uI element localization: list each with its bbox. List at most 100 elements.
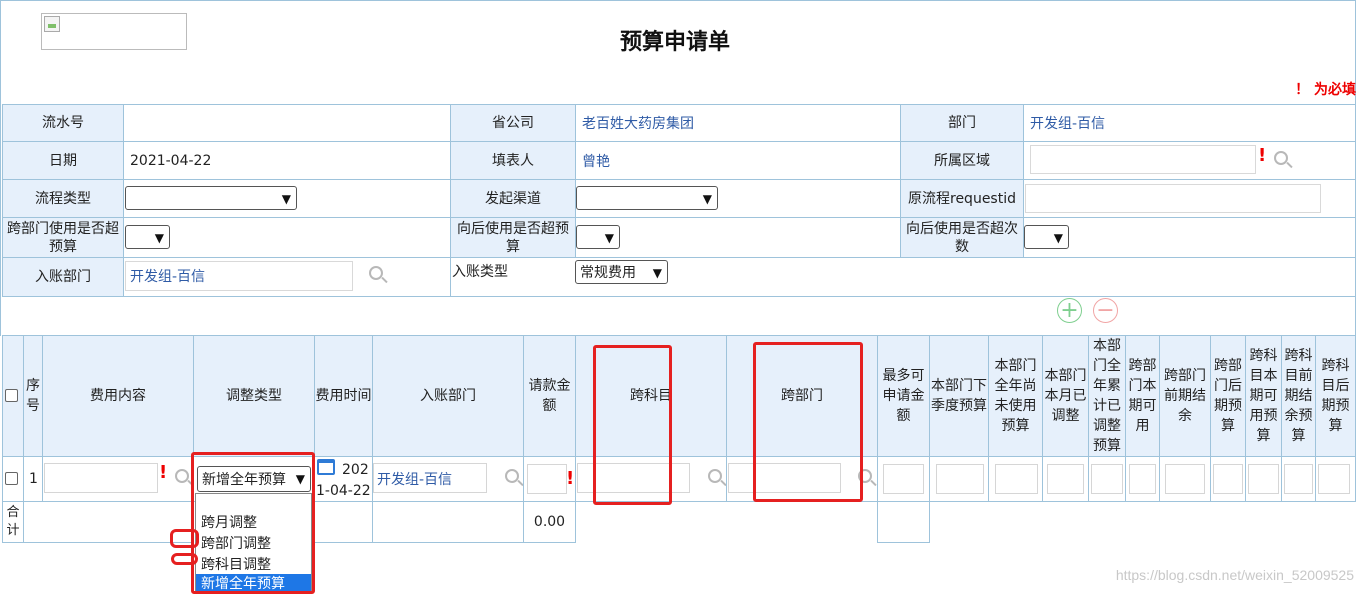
col-expense-time: 费用时间	[314, 335, 373, 457]
max-amount-field	[883, 464, 924, 494]
chevron-down-icon: ▼	[604, 231, 614, 245]
cross-dept-available-field	[1129, 464, 1156, 494]
add-row-button[interactable]: +	[1057, 298, 1082, 323]
chevron-down-icon: ▼	[652, 266, 662, 280]
col-cross-subject-available: 跨科目本期可用预算	[1245, 335, 1282, 457]
remove-row-button[interactable]: −	[1093, 298, 1118, 323]
chevron-down-icon: ▼	[1053, 231, 1063, 245]
province-label: 省公司	[450, 104, 576, 142]
broken-image-icon	[44, 16, 60, 32]
cross-dept-over-label: 跨部门使用是否超预算	[2, 217, 124, 258]
col-next-quarter-budget: 本部门下季度预算	[929, 335, 989, 457]
col-cross-subject-later-budget: 跨科目后期预算	[1315, 335, 1356, 457]
region-input[interactable]	[1030, 145, 1256, 174]
channel-select[interactable]: ▼	[576, 186, 718, 210]
form-title: 预算申请单	[619, 30, 730, 55]
channel-label: 发起渠道	[450, 179, 576, 218]
orig-request-label: 原流程requestid	[900, 179, 1024, 218]
content-required-icon: !	[159, 462, 168, 483]
next-quarter-field	[936, 464, 984, 494]
total-empty-2	[372, 501, 524, 543]
unused-budget-field	[995, 464, 1038, 494]
flow-type-label: 流程类型	[2, 179, 124, 218]
cross-dept-later-field	[1213, 464, 1243, 494]
flow-type-select[interactable]: ▼	[125, 186, 297, 210]
col-cross-dept-available: 跨部门本期可用	[1125, 335, 1160, 457]
expense-time-part1: 202	[342, 462, 369, 478]
backward-over-label: 向后使用是否超预算	[450, 217, 576, 258]
date-value: 2021-04-22	[123, 141, 451, 180]
plus-icon: +	[1060, 297, 1079, 323]
col-month-adjusted: 本部门本月已调整	[1042, 335, 1089, 457]
col-entry-dept: 入账部门	[372, 335, 524, 457]
entry-dept-search-icon[interactable]	[369, 266, 383, 280]
highlight-adjust-type	[191, 452, 315, 594]
dept-label: 部门	[900, 104, 1024, 142]
expense-time-part2: 1-04-22	[316, 483, 371, 499]
region-search-icon[interactable]	[1274, 151, 1288, 165]
province-value: 老百姓大药房集团	[575, 104, 901, 142]
serial-value	[123, 104, 451, 142]
total-empty-1	[23, 501, 194, 543]
region-required-icon: !	[1258, 145, 1267, 166]
total-max-cell	[877, 501, 930, 543]
month-adjusted-field	[1047, 464, 1084, 494]
col-expense-content: 费用内容	[42, 335, 194, 457]
cross-dept-over-cell	[123, 217, 451, 258]
col-unused-annual-budget: 本部门全年尚未使用预算	[988, 335, 1043, 457]
col-cross-subject-prior-balance: 跨科目前期结余预算	[1281, 335, 1316, 457]
cross-dept-over-select[interactable]: ▼	[125, 225, 170, 249]
entry-dept-label: 入账部门	[2, 257, 124, 297]
highlight-option-cross-dept	[170, 529, 199, 548]
cross-subject-later-field	[1318, 464, 1350, 494]
content-search-icon[interactable]	[175, 469, 189, 483]
col-annual-adjusted: 本部门全年累计已调整预算	[1088, 335, 1126, 457]
backward-times-label: 向后使用是否超次数	[900, 217, 1024, 258]
required-note: ！ 为必填	[1295, 82, 1356, 98]
backward-times-cell	[1023, 217, 1356, 258]
total-time-cell	[314, 501, 373, 543]
serial-label: 流水号	[2, 104, 124, 142]
highlight-cross-dept	[753, 342, 863, 502]
total-label: 合计	[2, 501, 24, 543]
total-amount: 0.00	[523, 501, 576, 543]
date-label: 日期	[2, 141, 124, 180]
col-adjust-type: 调整类型	[193, 335, 315, 457]
backward-times-select[interactable]: ▼	[1024, 225, 1069, 249]
col-max-amount: 最多可申请金额	[877, 335, 930, 457]
row-entry-dept-input[interactable]: 开发组-百信	[373, 463, 487, 493]
row-checkbox[interactable]	[5, 472, 18, 485]
highlight-cross-subject	[593, 345, 672, 505]
backward-over-select[interactable]: ▼	[576, 225, 620, 249]
backward-over-cell	[575, 217, 901, 258]
minus-icon: −	[1096, 297, 1115, 323]
amount-required-icon: !	[566, 468, 575, 489]
entry-type-label: 入账类型	[452, 264, 508, 280]
chevron-down-icon: ▼	[154, 231, 164, 245]
filler-value: 曾艳	[575, 141, 901, 180]
detail-toolbar	[0, 296, 1356, 336]
chevron-down-icon: ▼	[702, 192, 712, 206]
entry-dept-input[interactable]: 开发组-百信	[125, 261, 353, 291]
cross-dept-prior-field	[1165, 464, 1205, 494]
col-index: 序号	[23, 335, 43, 457]
row-entry-dept-search-icon[interactable]	[505, 469, 519, 483]
expense-content-input[interactable]	[44, 463, 158, 493]
entry-type-select[interactable]: 常规费用 ▼	[575, 260, 668, 284]
col-cross-dept-later-budget: 跨部门后期预算	[1210, 335, 1246, 457]
request-amount-input[interactable]	[527, 464, 567, 494]
cross-subject-prior-field	[1284, 464, 1313, 494]
annual-adjusted-field	[1091, 464, 1123, 494]
orig-request-input[interactable]	[1025, 184, 1321, 213]
select-all-checkbox[interactable]	[5, 389, 18, 402]
calendar-icon[interactable]	[317, 459, 335, 475]
col-request-amount: 请款金额	[523, 335, 576, 457]
watermark: https://blog.csdn.net/weixin_52009525	[1115, 567, 1354, 583]
logo-image	[41, 13, 187, 50]
region-label: 所属区域	[900, 141, 1024, 180]
cross-subject-search-icon[interactable]	[708, 469, 722, 483]
chevron-down-icon: ▼	[281, 192, 291, 206]
cross-subject-available-field	[1248, 464, 1279, 494]
row-index: 1	[23, 456, 43, 502]
entry-type-value: 常规费用	[580, 265, 636, 281]
